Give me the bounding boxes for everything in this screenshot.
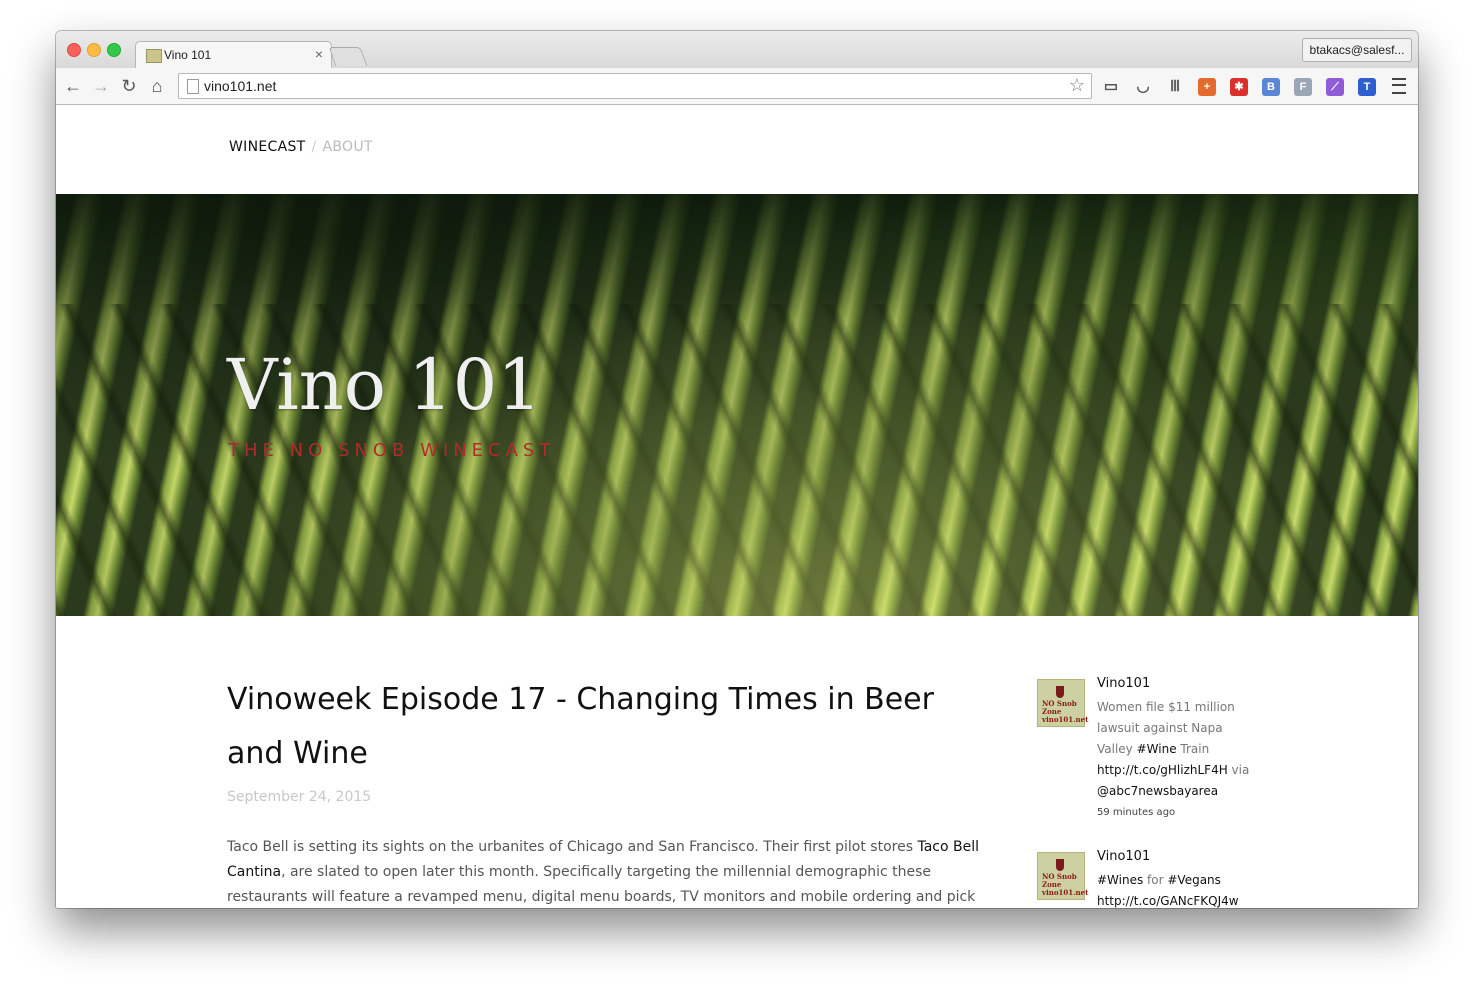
tweet-text-part: for (1143, 873, 1168, 887)
browser-toolbar: ← → ↻ ⌂ vino101.net ☆ ▭ ◡ Ⅲ + ✱ B F ⟋ T (56, 68, 1418, 105)
new-tab-button[interactable] (328, 47, 368, 66)
ruler-icon[interactable]: ▭ (1102, 78, 1120, 96)
page-icon (187, 79, 199, 94)
wine-glass-icon (1056, 859, 1064, 871)
b-extension-icon[interactable]: B (1262, 78, 1280, 96)
tweet-text: #Wines for #Vegans http://t.co/GANcFKQJ4w (1097, 870, 1257, 908)
plus-extension-icon[interactable]: + (1198, 78, 1216, 96)
favicon-icon (146, 49, 162, 63)
tweet-text: Women file $11 million lawsuit against N… (1097, 697, 1257, 823)
web-page: WINECAST / ABOUT Vino 101 THE NO SNOB WINE… (56, 105, 1418, 908)
avatar-logo-text: NO Snob Zone vino101.net (1042, 872, 1089, 897)
post-title[interactable]: Vinoweek Episode 17 - Changing Times in … (227, 673, 987, 781)
post-body-text-1: Taco Bell is setting its sights on the u… (227, 839, 918, 855)
avatar[interactable]: NO Snob Zone vino101.net (1037, 852, 1089, 900)
tweet-text-part: via (1227, 763, 1250, 777)
t-extension-icon[interactable]: T (1358, 78, 1376, 96)
tab-close-icon[interactable]: × (315, 46, 323, 62)
instapaper-icon[interactable]: Ⅲ (1166, 78, 1184, 96)
browser-window: Vino 101 × btakacs@salesf... ← → ↻ ⌂ vin… (56, 31, 1418, 908)
avatar[interactable]: NO Snob Zone vino101.net (1037, 679, 1089, 727)
nav-about-link[interactable]: ABOUT (323, 139, 373, 155)
back-icon[interactable]: ← (62, 75, 84, 97)
tab-title: Vino 101 (164, 48, 212, 62)
tweet-text-part: Train (1176, 742, 1210, 756)
post-date: September 24, 2015 (227, 789, 372, 805)
f-extension-icon[interactable]: F (1294, 78, 1312, 96)
site-tagline: THE NO SNOB WINECAST (228, 440, 556, 461)
menu-icon[interactable] (1392, 78, 1406, 94)
post-body: Taco Bell is setting its sights on the u… (227, 835, 987, 908)
profile-button[interactable]: btakacs@salesf... (1302, 38, 1412, 62)
home-icon[interactable]: ⌂ (146, 75, 168, 97)
site-title: Vino 101 (227, 344, 542, 426)
feather-icon[interactable]: ⟋ (1326, 78, 1344, 96)
hero-banner: Vino 101 THE NO SNOB WINECAST (56, 194, 1418, 616)
tweet-url-link[interactable]: http://t.co/GANcFKQJ4w (1097, 894, 1239, 908)
avatar-logo-text: NO Snob Zone vino101.net (1042, 699, 1089, 724)
asterisk-extension-icon[interactable]: ✱ (1230, 78, 1248, 96)
mention-link[interactable]: @abc7newsbayarea (1097, 784, 1218, 798)
tweet-url-link[interactable]: http://t.co/gHlizhLF4H (1097, 763, 1228, 777)
hashtag-vegans-link[interactable]: #Vegans (1167, 873, 1221, 887)
tab-vino101[interactable]: Vino 101 × (135, 41, 332, 69)
bookmark-star-icon[interactable]: ☆ (1069, 75, 1085, 96)
tab-strip: Vino 101 × btakacs@salesf... (56, 31, 1418, 69)
address-bar[interactable]: vino101.net ☆ (178, 73, 1092, 99)
minimize-window-button[interactable] (87, 43, 101, 57)
url-text[interactable]: vino101.net (204, 78, 276, 94)
wine-glass-icon (1056, 686, 1064, 698)
nav-winecast-link[interactable]: WINECAST (229, 139, 305, 155)
nav-separator: / (311, 139, 317, 155)
tweet-timestamp[interactable]: 59 minutes ago (1097, 803, 1257, 823)
forward-icon[interactable]: → (90, 75, 112, 97)
tweet-username[interactable]: Vino101 (1097, 849, 1150, 864)
close-window-button[interactable] (67, 43, 81, 57)
reload-icon[interactable]: ↻ (118, 75, 140, 97)
maximize-window-button[interactable] (107, 43, 121, 57)
hashtag-wines-link[interactable]: #Wines (1097, 873, 1143, 887)
pocket-icon[interactable]: ◡ (1134, 78, 1152, 96)
tweet-username[interactable]: Vino101 (1097, 676, 1150, 691)
post-body-text-2: , are slated to open later this month. S… (227, 864, 976, 905)
site-nav: WINECAST / ABOUT (229, 139, 373, 155)
hashtag-wine-link[interactable]: #Wine (1137, 742, 1177, 756)
